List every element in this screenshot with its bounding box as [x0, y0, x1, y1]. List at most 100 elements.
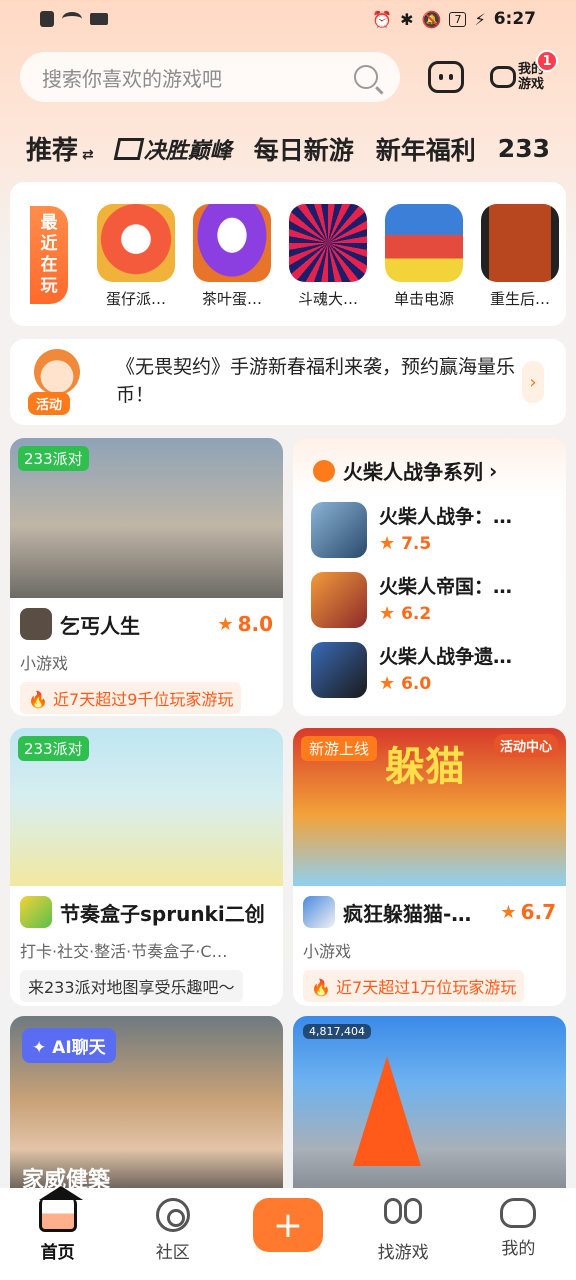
- charging-icon: ⚡: [474, 9, 486, 29]
- nav-home[interactable]: 首页: [8, 1186, 108, 1263]
- sparkle-icon: ✦: [32, 1038, 47, 1058]
- game-icon: [311, 642, 367, 698]
- tab-recommend-label: 推荐: [26, 136, 79, 166]
- camera-icon: [90, 13, 108, 25]
- activity-banner[interactable]: 活动 《无畏契约》手游新春福利来袭，预约赢海量乐币！ ›: [10, 339, 566, 425]
- game-category: 小游戏: [20, 654, 69, 673]
- recent-game-3[interactable]: 斗魂大…: [288, 204, 368, 309]
- series-card: 火柴人战争系列 › 火柴人战争：… ★ 7.5 火柴人帝国：… ★ 6.2 火柴…: [293, 438, 566, 716]
- game-icon: [311, 572, 367, 628]
- series-item[interactable]: 火柴人战争：… ★ 7.5: [311, 502, 551, 562]
- hot-badge: 🔥 近7天超过9千位玩家游玩: [20, 682, 242, 714]
- series-item-rating: ★ 6.2: [379, 603, 547, 624]
- rating-value: 6.0: [401, 674, 432, 694]
- game-thumbnail: [97, 204, 175, 282]
- nav-create[interactable]: +: [238, 1198, 338, 1252]
- series-item-name: 火柴人帝国：…: [379, 576, 513, 598]
- traffic-cone-icon: [353, 1056, 421, 1166]
- gamepad-icon: [490, 66, 516, 88]
- tab-daily-new[interactable]: 每日新游: [254, 131, 354, 167]
- series-item[interactable]: 火柴人战争遗… ★ 6.0: [311, 642, 551, 702]
- rating-value: 6.2: [401, 604, 432, 624]
- game-thumbnail: [385, 204, 463, 282]
- search-placeholder: 搜索你喜欢的游戏吧: [42, 66, 222, 91]
- game-icon: [303, 896, 335, 928]
- tab-recommend[interactable]: 推荐 ⇄: [26, 130, 94, 167]
- series-item[interactable]: 火柴人帝国：… ★ 6.2: [311, 572, 551, 632]
- game-icon: [311, 502, 367, 558]
- recent-game-4[interactable]: 单击电源: [384, 204, 464, 309]
- game-cover: 233派对: [10, 438, 283, 598]
- game-title: 节奏盒子sprunki二创: [60, 901, 265, 926]
- community-icon: [155, 1198, 190, 1232]
- nav-community[interactable]: 社区: [123, 1198, 223, 1263]
- game-tags: 打卡·社交·整活·节奏盒子·C…: [20, 942, 228, 961]
- score-counter: 4,817,404: [303, 1024, 371, 1039]
- message-button[interactable]: [428, 61, 464, 93]
- game-icon: [20, 896, 52, 928]
- nav-find-label: 找游戏: [377, 1243, 429, 1263]
- recent-game-5[interactable]: 重生后…: [480, 204, 560, 309]
- ai-chat-card[interactable]: ✦ AI聊天 家威健築: [10, 1016, 283, 1206]
- party-tag: 233派对: [18, 446, 89, 471]
- activity-tag: 活动: [28, 392, 71, 415]
- game-cover: 新游上线 躲猫 活动中心: [293, 728, 566, 886]
- recently-played-label: 最近在玩: [30, 206, 68, 304]
- bluetooth-icon: ✱: [400, 9, 414, 29]
- series-item-rating: ★ 7.5: [379, 533, 547, 554]
- game-card-traffic[interactable]: 4,817,404: [293, 1016, 566, 1206]
- new-game-tag: 新游上线: [301, 736, 378, 761]
- game-title: 乞丐人生: [60, 613, 140, 638]
- nav-find-games[interactable]: 找游戏: [353, 1198, 453, 1263]
- rating-value: 8.0: [237, 612, 273, 636]
- series-item-rating: ★ 6.0: [379, 673, 547, 694]
- game-title: 疯狂躲猫猫-…: [343, 901, 472, 926]
- game-thumbnail: [289, 204, 367, 282]
- hot-badge: 🔥 近7天超过1万位玩家游玩: [303, 970, 525, 1002]
- event-center-badge[interactable]: 活动中心: [493, 734, 558, 757]
- party-tag: 233派对: [18, 736, 89, 761]
- recent-game-1[interactable]: 蛋仔派…: [96, 204, 176, 309]
- series-header[interactable]: 火柴人战争系列 ›: [293, 438, 566, 485]
- clock: 6:27: [493, 9, 536, 29]
- recent-game-2[interactable]: 茶叶蛋…: [192, 204, 272, 309]
- search-icon[interactable]: [354, 65, 378, 89]
- notification-icon: [40, 11, 54, 27]
- game-card-qigai[interactable]: 233派对 乞丐人生 ★ 8.0 小游戏 🔥 近7天超过9千位玩家游玩: [10, 438, 283, 716]
- game-rating: ★ 8.0: [217, 612, 273, 636]
- search-input[interactable]: 搜索你喜欢的游戏吧: [20, 52, 400, 102]
- series-item-name: 火柴人战争：…: [379, 506, 513, 528]
- game-cover: 4,817,404: [293, 1016, 566, 1206]
- profile-icon: [500, 1198, 537, 1228]
- star-icon: ★: [217, 613, 234, 635]
- notification-badge: 1: [536, 50, 558, 72]
- swap-icon[interactable]: ⇄: [82, 147, 94, 163]
- game-slogan: 来233派对地图享受乐趣吧～: [20, 970, 243, 1002]
- fire-icon: 🔥: [28, 690, 48, 709]
- star-icon: ★: [379, 673, 396, 694]
- hot-text: 近7天超过9千位玩家游玩: [53, 690, 234, 709]
- game-icon: [20, 608, 52, 640]
- recent-game-name: 重生后…: [489, 290, 550, 308]
- game-thumbnail: [481, 204, 559, 282]
- game-card-sprunki[interactable]: 233派对 节奏盒子sprunki二创 打卡·社交·整活·节奏盒子·C… 来23…: [10, 728, 283, 1006]
- ai-chat-cover: ✦ AI聊天 家威健築: [10, 1016, 283, 1206]
- activity-mascot: 活动: [28, 349, 84, 415]
- recently-played-card: 最近在玩 蛋仔派… 茶叶蛋… 斗魂大… 单击电源 重生后…: [10, 182, 566, 326]
- chevron-right-icon[interactable]: ›: [522, 361, 544, 403]
- my-games-button[interactable]: 我的游戏 1: [490, 50, 558, 92]
- tab-new-year[interactable]: 新年福利: [376, 131, 476, 167]
- game-thumbnail: [193, 204, 271, 282]
- binoculars-icon: [384, 1198, 423, 1232]
- header: 搜索你喜欢的游戏吧 我的游戏 1: [20, 50, 560, 102]
- message-eye-left: [439, 74, 443, 80]
- star-icon: ★: [379, 533, 396, 554]
- tab-juesheng[interactable]: 决胜巅峰: [113, 133, 232, 165]
- game-rating: ★ 6.7: [500, 900, 556, 924]
- category-tabs: 推荐 ⇄ 决胜巅峰 每日新游 新年福利 233: [26, 130, 550, 167]
- tab-233[interactable]: 233: [498, 134, 550, 163]
- nav-mine[interactable]: 我的: [468, 1198, 568, 1259]
- game-card-hide-seek[interactable]: 新游上线 躲猫 活动中心 疯狂躲猫猫-… ★ 6.7 小游戏 🔥 近7天超过1万位…: [293, 728, 566, 1006]
- plus-icon[interactable]: +: [252, 1198, 323, 1252]
- mascot-face-icon: [34, 349, 80, 395]
